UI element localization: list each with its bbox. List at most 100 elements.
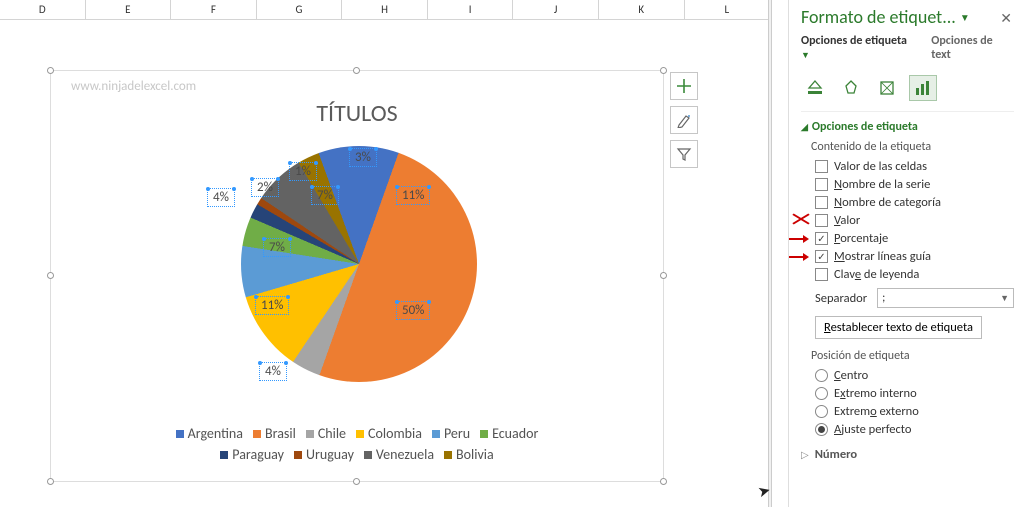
legend-item[interactable]: Bolivia: [444, 446, 494, 463]
legend-item[interactable]: Uruguay: [294, 446, 354, 463]
legend-item[interactable]: Chile: [306, 425, 346, 442]
check-percentage[interactable]: Porcentaje: [815, 231, 1014, 246]
col-header[interactable]: I: [428, 0, 514, 19]
data-label[interactable]: 1%: [289, 162, 317, 181]
chart-legend[interactable]: Argentina Brasil Chile Colombia Peru Ecu…: [51, 425, 663, 463]
check-series-name[interactable]: Nombre de la serie: [815, 177, 1014, 192]
legend-item[interactable]: Peru: [432, 425, 470, 442]
legend-label: Argentina: [188, 425, 243, 442]
radio-center[interactable]: Centro: [815, 368, 1014, 383]
selection-handle[interactable]: [660, 272, 667, 279]
col-header[interactable]: D: [0, 0, 86, 19]
data-label[interactable]: 7%: [311, 186, 339, 205]
section-label-options[interactable]: ◢Opciones de etiqueta: [801, 120, 1014, 134]
pie-chart[interactable]: 11% 50% 4% 11% 7% 4% 2% 1% 7% 3%: [241, 146, 477, 382]
label-options-icon[interactable]: [909, 75, 937, 101]
watermark: www.ninjadelexcel.com: [71, 79, 196, 94]
radio-inside-end[interactable]: Extremo interno: [815, 386, 1014, 401]
pane-splitter[interactable]: [768, 0, 772, 507]
chart-object[interactable]: www.ninjadelexcel.com TÍTULOS 11% 50% 4%…: [50, 70, 664, 482]
legend-item[interactable]: Argentina: [176, 425, 243, 442]
chart-styles-button[interactable]: [670, 106, 698, 134]
tab-label-options[interactable]: Opciones de etiqueta ▼: [801, 34, 917, 62]
legend-label: Paraguay: [232, 446, 284, 463]
legend-swatch: [220, 451, 228, 459]
legend-swatch: [176, 430, 184, 438]
check-cell-value[interactable]: Valor de las celdas: [815, 159, 1014, 174]
effects-icon[interactable]: [837, 75, 865, 101]
worksheet-area[interactable]: www.ninjadelexcel.com TÍTULOS 11% 50% 4%…: [0, 20, 770, 507]
format-data-labels-pane: Formato de etiquet...▼ ✕ Opciones de eti…: [788, 0, 1024, 507]
legend-item[interactable]: Brasil: [253, 425, 296, 442]
data-label[interactable]: 2%: [251, 178, 279, 197]
separator-select[interactable]: ;▼: [877, 288, 1014, 308]
section-number[interactable]: ▷Número: [801, 447, 1014, 462]
selection-handle[interactable]: [47, 67, 54, 74]
reset-label-text-button[interactable]: Restablecer texto de etiqueta: [815, 316, 982, 339]
data-label[interactable]: 3%: [349, 148, 377, 167]
selection-handle[interactable]: [47, 272, 54, 279]
size-properties-icon[interactable]: [873, 75, 901, 101]
legend-swatch: [480, 430, 488, 438]
col-header[interactable]: J: [513, 0, 599, 19]
selection-handle[interactable]: [353, 478, 360, 485]
annotation-x-icon: [791, 213, 811, 226]
chart-title[interactable]: TÍTULOS: [51, 99, 663, 128]
data-label[interactable]: 50%: [396, 301, 430, 320]
col-header[interactable]: K: [599, 0, 685, 19]
data-label[interactable]: 11%: [255, 296, 289, 315]
legend-label: Ecuador: [492, 425, 538, 442]
data-label[interactable]: 4%: [207, 188, 235, 207]
col-header[interactable]: F: [171, 0, 257, 19]
close-pane-button[interactable]: ✕: [1000, 10, 1012, 27]
legend-item[interactable]: Ecuador: [480, 425, 538, 442]
separator-label: Separador: [815, 291, 867, 306]
chart-quick-buttons: [670, 72, 698, 168]
legend-label: Uruguay: [306, 446, 354, 463]
legend-swatch: [432, 430, 440, 438]
legend-swatch: [294, 451, 302, 459]
col-header[interactable]: G: [257, 0, 343, 19]
chart-elements-button[interactable]: [670, 72, 698, 100]
radio-outside-end[interactable]: Extremo externo: [815, 404, 1014, 419]
legend-label: Brasil: [265, 425, 296, 442]
check-value[interactable]: Valor: [815, 213, 1014, 228]
legend-label: Colombia: [368, 425, 422, 442]
legend-swatch: [444, 451, 452, 459]
content-header: Contenido de la etiqueta: [811, 140, 1014, 154]
legend-item[interactable]: Paraguay: [220, 446, 284, 463]
data-label[interactable]: 7%: [263, 238, 291, 257]
legend-label: Chile: [318, 425, 346, 442]
selection-handle[interactable]: [47, 478, 54, 485]
check-legend-key[interactable]: Clave de leyenda: [815, 267, 1014, 282]
legend-label: Bolivia: [456, 446, 494, 463]
legend-swatch: [364, 451, 372, 459]
col-header[interactable]: H: [342, 0, 428, 19]
column-headers: D E F G H I J K L: [0, 0, 770, 20]
separator-row: Separador ;▼: [815, 288, 1014, 308]
radio-best-fit[interactable]: Ajuste perfecto: [815, 422, 1014, 437]
legend-swatch: [306, 430, 314, 438]
data-label[interactable]: 4%: [259, 362, 287, 381]
check-category-name[interactable]: Nombre de categoría: [815, 195, 1014, 210]
legend-swatch: [253, 430, 261, 438]
legend-label: Venezuela: [376, 446, 434, 463]
data-label[interactable]: 11%: [396, 186, 430, 205]
legend-item[interactable]: Venezuela: [364, 446, 434, 463]
selection-handle[interactable]: [353, 67, 360, 74]
pane-category-icons: [801, 70, 1014, 112]
legend-label: Peru: [444, 425, 470, 442]
legend-item[interactable]: Colombia: [356, 425, 422, 442]
pane-title: Formato de etiquet...▼: [801, 6, 1014, 28]
selection-handle[interactable]: [660, 67, 667, 74]
chart-filters-button[interactable]: [670, 140, 698, 168]
col-header[interactable]: L: [685, 0, 771, 19]
annotation-arrow-icon: [789, 234, 811, 244]
tab-text-options[interactable]: Opciones de text: [931, 34, 1014, 62]
position-header: Posición de etiqueta: [811, 349, 1014, 363]
check-leader-lines[interactable]: Mostrar líneas guía: [815, 249, 1014, 264]
fill-line-icon[interactable]: [801, 75, 829, 101]
col-header[interactable]: E: [86, 0, 172, 19]
selection-handle[interactable]: [660, 478, 667, 485]
annotation-arrow-icon: [789, 252, 811, 262]
